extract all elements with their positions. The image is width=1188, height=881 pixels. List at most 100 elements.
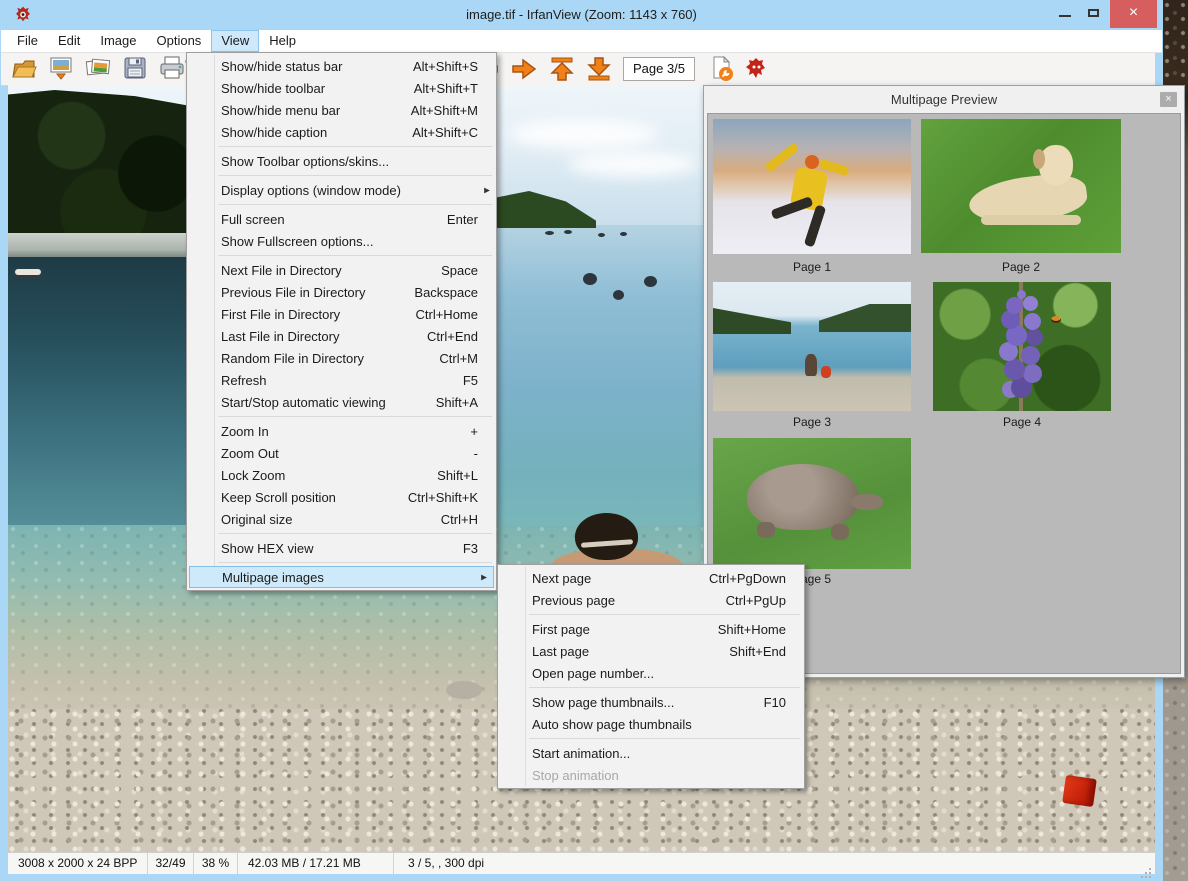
menu-item-last-page[interactable]: Last pageShift+End	[498, 640, 804, 662]
menu-item-previous-file-in-directory[interactable]: Previous File in DirectoryBackspace	[187, 281, 496, 303]
menu-item-previous-page[interactable]: Previous pageCtrl+PgUp	[498, 589, 804, 611]
menu-item-shortcut: Shift+End	[729, 644, 786, 659]
menubar-item-image[interactable]: Image	[90, 30, 146, 52]
menu-item-refresh[interactable]: RefreshF5	[187, 369, 496, 391]
menu-item-shortcut: Alt+Shift+S	[413, 59, 478, 74]
menu-item-open-page-number[interactable]: Open page number...	[498, 662, 804, 684]
menu-item-label: Show/hide menu bar	[221, 103, 411, 118]
menu-separator	[529, 614, 800, 615]
menu-item-label: Previous File in Directory	[221, 285, 414, 300]
menu-item-zoom-out[interactable]: Zoom Out-	[187, 442, 496, 464]
about-button[interactable]	[741, 55, 771, 82]
menu-item-shortcut: Ctrl+H	[441, 512, 478, 527]
menu-item-display-options-window-mode[interactable]: Display options (window mode)▶	[187, 179, 496, 201]
resize-grip[interactable]	[1149, 868, 1151, 870]
menu-item-next-file-in-directory[interactable]: Next File in DirectorySpace	[187, 259, 496, 281]
save-floppy-icon	[122, 56, 148, 80]
menu-item-label: Show page thumbnails...	[532, 695, 764, 710]
thumbnail-page-1[interactable]	[713, 119, 911, 254]
menu-item-last-file-in-directory[interactable]: Last File in DirectoryCtrl+End	[187, 325, 496, 347]
thumbnails-button[interactable]	[83, 55, 113, 82]
thumbnail-label-page-3: Page 3	[713, 415, 911, 431]
menu-item-show-page-thumbnails[interactable]: Show page thumbnails...F10	[498, 691, 804, 713]
menu-item-first-page[interactable]: First pageShift+Home	[498, 618, 804, 640]
thumb-art	[764, 142, 799, 172]
minimize-button[interactable]	[1051, 0, 1079, 28]
menu-item-show-hide-caption[interactable]: Show/hide captionAlt+Shift+C	[187, 121, 496, 143]
close-icon: ×	[1129, 4, 1138, 21]
panel-title: Multipage Preview	[704, 86, 1184, 112]
menu-item-auto-show-page-thumbnails[interactable]: Auto show page thumbnails	[498, 713, 804, 735]
status-zoom-percent: 38 %	[194, 853, 238, 874]
first-page-button[interactable]	[547, 55, 577, 82]
menu-item-show-hide-menu-bar[interactable]: Show/hide menu barAlt+Shift+M	[187, 99, 496, 121]
thumb-art	[981, 215, 1081, 225]
status-page-info: 3 / 5, , 300 dpi	[394, 853, 1155, 874]
thumbnail-page-4[interactable]	[933, 282, 1111, 411]
maximize-button[interactable]	[1079, 0, 1107, 28]
thumb-art	[747, 464, 859, 530]
minimize-icon	[1059, 15, 1071, 17]
menu-item-shortcut: +	[470, 424, 478, 439]
menu-item-first-file-in-directory[interactable]: First File in DirectoryCtrl+Home	[187, 303, 496, 325]
close-button[interactable]: ×	[1110, 0, 1157, 28]
menu-item-show-hide-status-bar[interactable]: Show/hide status barAlt+Shift+S	[187, 55, 496, 77]
photo-stone	[446, 681, 482, 699]
menubar-item-help[interactable]: Help	[259, 30, 306, 52]
thumb-art	[821, 366, 831, 378]
menu-item-shortcut: Ctrl+PgUp	[726, 593, 786, 608]
menu-item-start-animation[interactable]: Start animation...	[498, 742, 804, 764]
menu-separator	[218, 562, 492, 563]
thumb-art	[819, 304, 911, 332]
thumbnail-page-3[interactable]	[713, 282, 911, 411]
menu-item-label: Show HEX view	[221, 541, 463, 556]
menu-item-shortcut: Shift+A	[436, 395, 478, 410]
menu-item-random-file-in-directory[interactable]: Random File in DirectoryCtrl+M	[187, 347, 496, 369]
menu-item-label: First page	[532, 622, 718, 637]
view-menu: Show/hide status barAlt+Shift+SShow/hide…	[186, 52, 497, 591]
menu-item-multipage-images[interactable]: Multipage images▶	[189, 566, 494, 588]
next-page-button[interactable]	[509, 55, 539, 82]
menu-item-show-toolbar-options-skins[interactable]: Show Toolbar options/skins...	[187, 150, 496, 172]
menu-item-full-screen[interactable]: Full screenEnter	[187, 208, 496, 230]
menu-item-label: Last page	[532, 644, 729, 659]
photo-swimmer	[598, 233, 605, 237]
menu-item-show-hide-toolbar[interactable]: Show/hide toolbarAlt+Shift+T	[187, 77, 496, 99]
menu-item-label: Next File in Directory	[221, 263, 441, 278]
properties-button[interactable]	[707, 55, 737, 82]
menubar-item-options[interactable]: Options	[147, 30, 212, 52]
menu-item-show-hex-view[interactable]: Show HEX viewF3	[187, 537, 496, 559]
save-button[interactable]	[120, 55, 150, 82]
menu-item-keep-scroll-position[interactable]: Keep Scroll positionCtrl+Shift+K	[187, 486, 496, 508]
last-page-button[interactable]	[584, 55, 614, 82]
slideshow-icon	[48, 56, 74, 80]
menubar-item-view[interactable]: View	[211, 30, 259, 52]
slideshow-button[interactable]	[46, 55, 76, 82]
open-file-button[interactable]	[9, 55, 39, 82]
thumb-art	[1017, 290, 1026, 299]
menu-item-label: Last File in Directory	[221, 329, 427, 344]
menubar-item-edit[interactable]: Edit	[48, 30, 90, 52]
menu-item-lock-zoom[interactable]: Lock ZoomShift+L	[187, 464, 496, 486]
menu-item-label: Full screen	[221, 212, 447, 227]
thumbnail-page-2[interactable]	[921, 119, 1121, 253]
open-folder-icon	[11, 56, 37, 80]
menu-separator	[218, 416, 492, 417]
menu-item-zoom-in[interactable]: Zoom In+	[187, 420, 496, 442]
thumbnail-page-5[interactable]	[713, 438, 911, 569]
menu-item-start-stop-automatic-viewing[interactable]: Start/Stop automatic viewingShift+A	[187, 391, 496, 413]
panel-close-button[interactable]: ×	[1160, 92, 1177, 107]
menu-item-shortcut: Alt+Shift+T	[414, 81, 478, 96]
menu-item-label: Random File in Directory	[221, 351, 439, 366]
photo-swimmer-head	[583, 273, 597, 285]
menu-item-show-fullscreen-options[interactable]: Show Fullscreen options...	[187, 230, 496, 252]
menu-separator	[218, 255, 492, 256]
menu-item-label: Start/Stop automatic viewing	[221, 395, 436, 410]
page-indicator[interactable]: Page 3/5	[623, 57, 695, 81]
menubar-item-file[interactable]: File	[7, 30, 48, 52]
titlebar[interactable]: image.tif - IrfanView (Zoom: 1143 x 760)…	[0, 0, 1163, 30]
menu-item-next-page[interactable]: Next pageCtrl+PgDown	[498, 567, 804, 589]
properties-icon	[709, 56, 735, 82]
menu-item-original-size[interactable]: Original sizeCtrl+H	[187, 508, 496, 530]
menu-item-label: Refresh	[221, 373, 463, 388]
